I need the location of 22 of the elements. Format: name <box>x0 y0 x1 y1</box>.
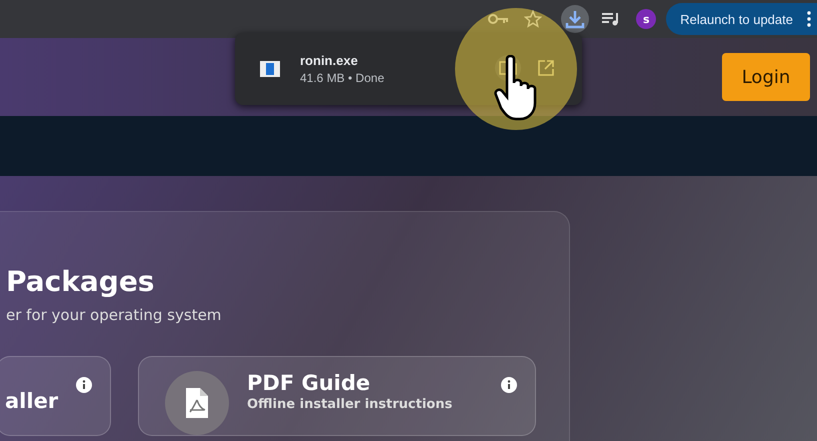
card-title: PDF Guide <box>247 371 372 395</box>
card[interactable]: aller <box>0 356 111 436</box>
card-title: aller <box>5 389 58 413</box>
pdf-file-icon <box>186 388 208 418</box>
card[interactable]: PDF Guide Offline installer instructions <box>138 356 536 436</box>
info-icon[interactable] <box>76 377 92 393</box>
login-button[interactable]: Login <box>722 53 810 101</box>
external-link-icon <box>538 60 554 76</box>
exe-file-icon <box>260 61 280 77</box>
profile-avatar[interactable]: s <box>636 9 656 29</box>
download-icon <box>565 9 586 29</box>
relaunch-button[interactable]: Relaunch to update <box>666 3 817 35</box>
card-description: Offline installer instructions <box>247 397 452 412</box>
more-icon[interactable] <box>807 11 811 27</box>
download-button[interactable] <box>561 5 590 33</box>
section-title: Packages <box>6 264 156 300</box>
download-filename[interactable]: ronin.exe <box>300 53 384 68</box>
playlist-icon[interactable] <box>602 12 620 26</box>
info-icon[interactable] <box>501 377 517 393</box>
download-status: 41.6 MB • Done <box>300 71 384 85</box>
section-subtitle: er for your operating system <box>6 306 222 324</box>
star-icon[interactable] <box>524 10 542 28</box>
